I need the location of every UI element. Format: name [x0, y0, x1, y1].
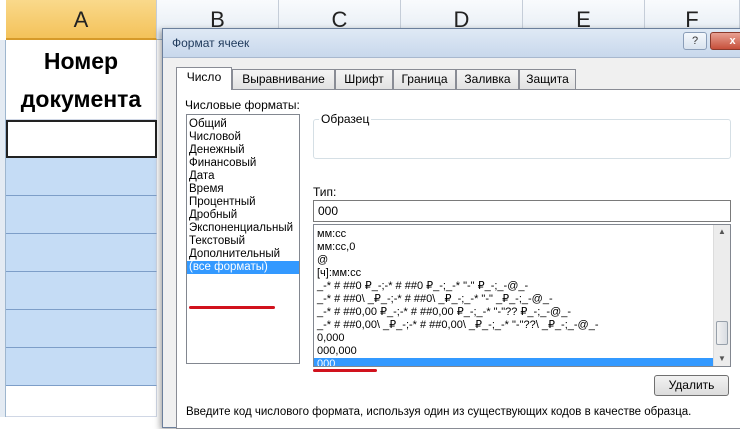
category-item[interactable]: Процентный: [187, 196, 299, 209]
dialog-title: Формат ячеек: [172, 36, 250, 50]
category-list[interactable]: Общий Числовой Денежный Финансовый Дата …: [186, 114, 300, 364]
format-cells-dialog: Формат ячеек ? x Число Выравнивание Шриф…: [162, 28, 740, 429]
format-code-item[interactable]: 000,000: [314, 345, 730, 358]
format-code-item[interactable]: _-* # ##0,00 ₽_-;-* # ##0,00 ₽_-;_-* "-"…: [314, 306, 730, 319]
format-code-item-selected[interactable]: 000: [314, 358, 713, 366]
scroll-thumb[interactable]: [716, 321, 728, 345]
red-underline-mark: [313, 369, 377, 372]
selected-cell[interactable]: [6, 348, 157, 386]
scroll-down-icon[interactable]: ▼: [714, 352, 730, 366]
help-button[interactable]: ?: [683, 32, 707, 50]
column-header-a[interactable]: A: [6, 0, 157, 40]
format-code-list[interactable]: мм:сс мм:сс,0 @ [ч]:мм:сс _-* # ##0 ₽_-;…: [313, 224, 731, 367]
category-item[interactable]: Общий: [187, 118, 299, 131]
format-code-item[interactable]: мм:сс: [314, 228, 730, 241]
format-code-item[interactable]: _-* # ##0,00\ _₽_-;-* # ##0,00\ _₽_-;_-*…: [314, 319, 730, 332]
format-code-item[interactable]: 0,000: [314, 332, 730, 345]
header-cell-line2: документа: [20, 86, 142, 112]
selected-cell[interactable]: [6, 272, 157, 310]
format-code-item[interactable]: мм:сс,0: [314, 241, 730, 254]
category-item[interactable]: Числовой: [187, 131, 299, 144]
header-cell-line1: Номер: [43, 48, 119, 74]
active-cell[interactable]: [6, 120, 157, 158]
type-label: Тип:: [313, 185, 337, 199]
close-button[interactable]: x: [710, 32, 740, 50]
tab-alignment[interactable]: Выравнивание: [232, 69, 335, 89]
header-cell[interactable]: Номер документа: [6, 40, 157, 120]
category-item[interactable]: Текстовый: [187, 235, 299, 248]
tab-fill[interactable]: Заливка: [456, 69, 519, 89]
format-code-item[interactable]: @: [314, 254, 730, 267]
red-underline-mark: [189, 306, 275, 309]
number-tab-panel: Числовые форматы: Общий Числовой Денежны…: [176, 89, 740, 429]
sample-label: Образец: [319, 112, 372, 126]
category-item[interactable]: Экспоненциальный: [187, 222, 299, 235]
dialog-titlebar[interactable]: Формат ячеек ? x: [163, 29, 740, 58]
category-item[interactable]: Дробный: [187, 209, 299, 222]
type-input[interactable]: [313, 200, 731, 222]
category-item[interactable]: Финансовый: [187, 157, 299, 170]
cell[interactable]: [6, 386, 157, 417]
numeric-formats-label: Числовые форматы:: [185, 98, 300, 112]
category-item[interactable]: Денежный: [187, 144, 299, 157]
format-list-scrollbar[interactable]: ▲ ▼: [713, 225, 730, 366]
selected-cell[interactable]: [6, 310, 157, 348]
format-code-item[interactable]: _-* # ##0 ₽_-;-* # ##0 ₽_-;_-* "-" ₽_-;_…: [314, 280, 730, 293]
delete-button[interactable]: Удалить: [654, 375, 729, 396]
category-item[interactable]: Время: [187, 183, 299, 196]
category-item[interactable]: Дата: [187, 170, 299, 183]
format-hint-text: Введите код числового формата, используя…: [186, 406, 692, 418]
format-code-item[interactable]: [ч]:мм:сс: [314, 267, 730, 280]
format-code-item[interactable]: _-* # ##0\ _₽_-;-* # ##0\ _₽_-;_-* "-" _…: [314, 293, 730, 306]
category-item-all-formats[interactable]: (все форматы): [187, 261, 299, 274]
selected-cell[interactable]: [6, 196, 157, 234]
category-item[interactable]: Дополнительный: [187, 248, 299, 261]
tab-font[interactable]: Шрифт: [335, 69, 393, 89]
tab-border[interactable]: Граница: [393, 69, 456, 89]
tab-protection[interactable]: Защита: [519, 69, 576, 89]
selected-cell[interactable]: [6, 158, 157, 196]
scroll-up-icon[interactable]: ▲: [714, 225, 730, 239]
tab-number[interactable]: Число: [176, 67, 232, 90]
sample-group: Образец: [313, 112, 731, 159]
selected-cell[interactable]: [6, 234, 157, 272]
